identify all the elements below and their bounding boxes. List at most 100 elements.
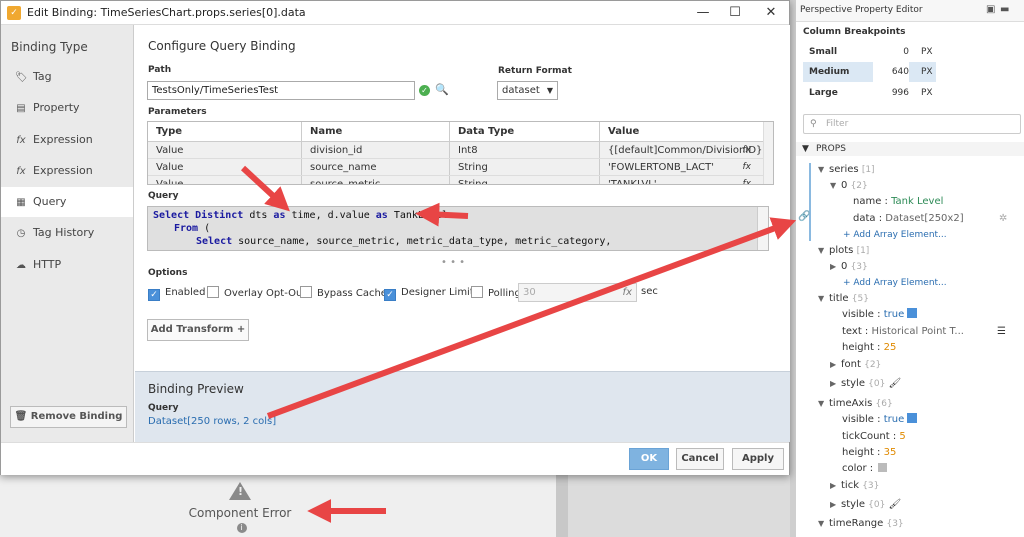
fx-icon[interactable]: fx (623, 284, 632, 301)
props-label: PROPS (816, 144, 846, 154)
designer-limit-checkbox[interactable]: ✓ Designer Limit (384, 286, 474, 301)
prop-count: {3} (886, 519, 904, 529)
add-array-element-link[interactable]: + Add Array Element... (843, 275, 947, 291)
bypass-cache-checkbox[interactable]: Bypass Cache (300, 286, 387, 300)
query-scrollbar[interactable] (757, 207, 768, 250)
binding-link-icon[interactable]: 🔗 (798, 211, 810, 222)
ok-button[interactable]: OK (629, 448, 669, 470)
prop-value[interactable]: 25 (884, 342, 897, 353)
tree-node-style[interactable]: ▶ style {0} 🖌 (830, 376, 901, 392)
tree-prop-visible[interactable]: visible : true (842, 307, 918, 323)
tree-node-series-0[interactable]: ▼ 0 {2} (830, 178, 868, 194)
maximize-button[interactable]: ☐ (725, 4, 745, 22)
tree-node-plots[interactable]: ▼ plots [1] (818, 243, 869, 259)
add-array-element-link[interactable]: + Add Array Element... (843, 227, 947, 243)
return-format-label: Return Format (498, 66, 572, 76)
breakpoint-medium[interactable]: Medium 640 PX (803, 62, 936, 82)
breakpoint-value[interactable]: 640 (873, 62, 909, 82)
prop-key: style (841, 499, 865, 510)
minimize-button[interactable]: — (693, 4, 713, 22)
prop-count: [1] (861, 165, 875, 175)
remove-binding-button[interactable]: 🗑 Remove Binding (10, 406, 127, 428)
parameters-table: Type Name Data Type Value Value division… (147, 121, 774, 185)
props-section-header[interactable]: ▼ PROPS (796, 142, 1024, 156)
table-row[interactable]: Value source_name String 'FOWLERTONB_LAC… (148, 159, 773, 176)
options-label: Options (148, 268, 188, 278)
close-button[interactable]: ✕ (761, 4, 781, 22)
paintbrush-icon[interactable]: 🖌 (889, 378, 902, 389)
tree-prop-height[interactable]: height : 25 (842, 340, 896, 356)
breakpoint-value[interactable]: 0 (873, 42, 909, 62)
tree-prop-height[interactable]: height : 35 (842, 445, 896, 461)
prop-value[interactable]: Historical Point T... (871, 326, 964, 337)
cell-type: Value (148, 142, 302, 158)
fx-icon[interactable]: fx (743, 176, 752, 184)
config-title: Configure Query Binding (148, 39, 296, 53)
tree-node-series[interactable]: ▼ series [1] (818, 162, 875, 178)
breakpoint-small[interactable]: Small 0 PX (803, 42, 936, 62)
filter-placeholder: Filter (826, 119, 849, 129)
breakpoint-value[interactable]: 996 (873, 83, 909, 103)
color-swatch[interactable] (878, 463, 888, 472)
cancel-button[interactable]: Cancel (676, 448, 724, 470)
tree-node-plots-0[interactable]: ▶ 0 {3} (830, 259, 868, 275)
add-transform-button[interactable]: Add Transform + (147, 319, 249, 341)
polling-checkbox[interactable]: Polling (471, 286, 521, 300)
sidebar-item-tag-history[interactable]: ◷ Tag History (1, 218, 133, 248)
checkbox-checked-icon[interactable] (907, 413, 918, 423)
tree-prop-text[interactable]: text : Historical Point T... (842, 324, 964, 340)
prop-value[interactable]: 5 (899, 431, 905, 442)
tree-prop-color[interactable]: color : (842, 461, 888, 477)
prop-value[interactable]: Tank Level (891, 196, 943, 207)
tree-prop-visible[interactable]: visible : true (842, 412, 918, 428)
minimize-panel-icon[interactable]: ▬ (1000, 4, 1009, 15)
prop-value[interactable]: 35 (884, 447, 897, 458)
sidebar-item-property[interactable]: ▤ Property (1, 93, 133, 123)
fx-icon[interactable]: fx (743, 159, 752, 176)
tree-prop-data[interactable]: data : Dataset[250x2] (853, 211, 964, 227)
apply-button[interactable]: Apply (732, 448, 784, 470)
column-header[interactable]: Type (148, 122, 302, 141)
tree-node-timerange[interactable]: ▼ timeRange {3} (818, 516, 904, 532)
sidebar-item-tag[interactable]: 🏷 Tag (1, 62, 133, 92)
tree-node-tick[interactable]: ▶ tick {3} (830, 478, 879, 494)
enabled-checkbox[interactable]: ✓ Enabled (148, 286, 205, 301)
tree-prop-name[interactable]: name : Tank Level (853, 194, 943, 210)
sidebar-item-query[interactable]: ▦ Query (1, 187, 133, 217)
preview-result-link[interactable]: Dataset[250 rows, 2 cols] (148, 416, 276, 427)
polling-rate-input[interactable]: 30 fx (518, 283, 637, 302)
column-header[interactable]: Name (302, 122, 450, 141)
tree-prop-tickcount[interactable]: tickCount : 5 (842, 429, 906, 445)
cell-type: Value (148, 176, 302, 184)
tree-node-style[interactable]: ▶ style {0} 🖌 (830, 497, 901, 513)
fx-icon[interactable]: fx (743, 142, 752, 159)
breakpoint-name: Large (809, 88, 838, 98)
table-row[interactable]: Value source_metric String 'TANKLVL' fx (148, 176, 773, 184)
sidebar-item-expression-structure[interactable]: fxExpression Structure (1, 156, 133, 208)
text-edit-icon[interactable]: ☰ (997, 324, 1006, 340)
return-format-select[interactable]: dataset ▼ (497, 81, 558, 100)
info-icon[interactable]: i (236, 523, 247, 533)
table-row[interactable]: Value division_id Int8 {[default]Common/… (148, 142, 773, 159)
column-header[interactable]: Value (600, 122, 763, 141)
overlay-opt-out-checkbox[interactable]: Overlay Opt-Out (207, 286, 306, 300)
float-panel-icon[interactable]: ▣ (986, 4, 995, 15)
table-scrollbar[interactable] (763, 122, 773, 184)
tree-node-timeaxis[interactable]: ▼ timeAxis {6} (818, 396, 893, 412)
breakpoint-large[interactable]: Large 996 PX (803, 83, 936, 103)
resize-handle[interactable]: • • • (441, 257, 465, 268)
prop-value[interactable]: Dataset[250x2] (885, 213, 963, 224)
canvas-scrollbar[interactable] (556, 470, 568, 537)
column-header[interactable]: Data Type (450, 122, 600, 141)
tree-node-title[interactable]: ▼ title {5} (818, 291, 869, 307)
checkbox-checked-icon[interactable] (907, 308, 918, 318)
query-editor[interactable]: Select Distinct dts as time, d.value as … (147, 206, 769, 251)
sidebar-item-expression[interactable]: fx Expression (1, 125, 133, 155)
chevron-right-icon: ▶ (830, 500, 837, 509)
path-input[interactable]: TestsOnly/TimeSeriesTest (147, 81, 415, 100)
browse-query-icon[interactable]: 🔍 (435, 83, 449, 97)
tree-node-font[interactable]: ▶ font {2} (830, 357, 881, 373)
paintbrush-icon[interactable]: 🖌 (889, 499, 902, 510)
filter-input[interactable]: ⚲ Filter (803, 114, 1021, 134)
sidebar-item-http[interactable]: ☁ HTTP (1, 250, 133, 280)
